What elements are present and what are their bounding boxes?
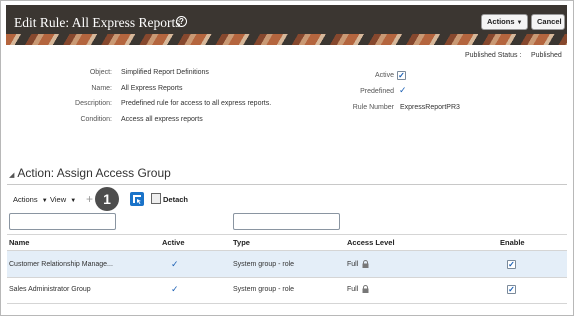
description-value: Predefined rule for access to all expres…	[121, 100, 272, 107]
section-title[interactable]: ◢ Action: Assign Access Group	[9, 166, 171, 180]
row-name: Sales Administrator Group	[9, 286, 91, 293]
column-header-type[interactable]: Type	[233, 238, 250, 247]
row-type: System group - role	[233, 286, 295, 293]
freeze-button[interactable]	[130, 192, 144, 206]
freeze-icon	[133, 195, 141, 204]
column-header-enable[interactable]: Enable	[500, 238, 525, 247]
row-active-check-icon: ✓	[171, 284, 179, 294]
column-header-name[interactable]: Name	[9, 238, 29, 247]
table-actions-label: Actions	[13, 195, 38, 204]
actions-menu-label: Actions	[487, 17, 515, 26]
condition-value: Access all express reports	[121, 116, 203, 123]
object-value: Simplified Report Definitions	[121, 69, 209, 76]
published-status-label: Published Status :	[465, 52, 522, 59]
table-view-label: View	[50, 195, 67, 204]
actions-menu-button[interactable]: Actions ▼	[481, 14, 528, 30]
column-header-access-level[interactable]: Access Level	[347, 238, 395, 247]
rule-number-value: ExpressReportPR3	[400, 104, 460, 111]
table-view-menu[interactable]: View ▼	[50, 195, 76, 204]
step-callout: 1	[95, 187, 119, 211]
detach-button[interactable]: Detach	[163, 195, 188, 204]
predefined-check-icon: ✓	[399, 85, 407, 95]
row-name: Customer Relationship Manage...	[9, 261, 113, 268]
help-icon[interactable]: ?	[176, 16, 187, 27]
collapse-triangle-icon[interactable]: ◢	[9, 172, 14, 179]
header-top-line	[7, 234, 567, 235]
description-label: Description:	[75, 100, 112, 107]
row-access-level: Full	[347, 286, 359, 293]
column-header-active[interactable]: Active	[162, 238, 185, 247]
chevron-down-icon: ▼	[70, 198, 77, 204]
active-label: Active	[374, 72, 394, 79]
type-filter-input[interactable]	[233, 213, 340, 230]
row-type: System group - role	[233, 261, 295, 268]
predefined-label: Predefined	[360, 88, 394, 95]
name-label: Name:	[91, 85, 112, 92]
row-enable-checkbox[interactable]: ✓	[507, 285, 516, 294]
rule-number-label: Rule Number	[352, 104, 394, 111]
published-status-value: Published	[531, 52, 562, 59]
section-title-text: Action: Assign Access Group	[17, 166, 171, 180]
page-title: Edit Rule: All Express Reports	[14, 15, 181, 30]
cancel-button[interactable]: Cancel	[531, 14, 565, 30]
section-divider	[7, 184, 567, 185]
object-label: Object:	[89, 69, 112, 76]
add-row-icon[interactable]: +	[86, 192, 93, 206]
page-header: Edit Rule: All Express Reports ? Actions…	[6, 5, 567, 45]
row-enable-checkbox[interactable]: ✓	[507, 260, 516, 269]
header-pattern	[6, 34, 567, 45]
row-active-check-icon: ✓	[171, 259, 179, 269]
detach-icon[interactable]	[151, 193, 161, 204]
row-access-level: Full	[347, 261, 359, 268]
chevron-down-icon: ▼	[516, 20, 523, 26]
table-bottom-line	[7, 303, 567, 304]
table-actions-menu[interactable]: Actions ▼	[13, 195, 48, 204]
active-checkbox[interactable]: ✓	[397, 71, 406, 80]
name-filter-input[interactable]	[9, 213, 116, 230]
condition-label: Condition:	[80, 116, 112, 123]
chevron-down-icon: ▼	[41, 198, 48, 204]
lock-icon	[362, 260, 369, 268]
lock-icon	[362, 285, 369, 293]
row-divider	[7, 277, 567, 278]
name-value: All Express Reports	[121, 85, 183, 92]
